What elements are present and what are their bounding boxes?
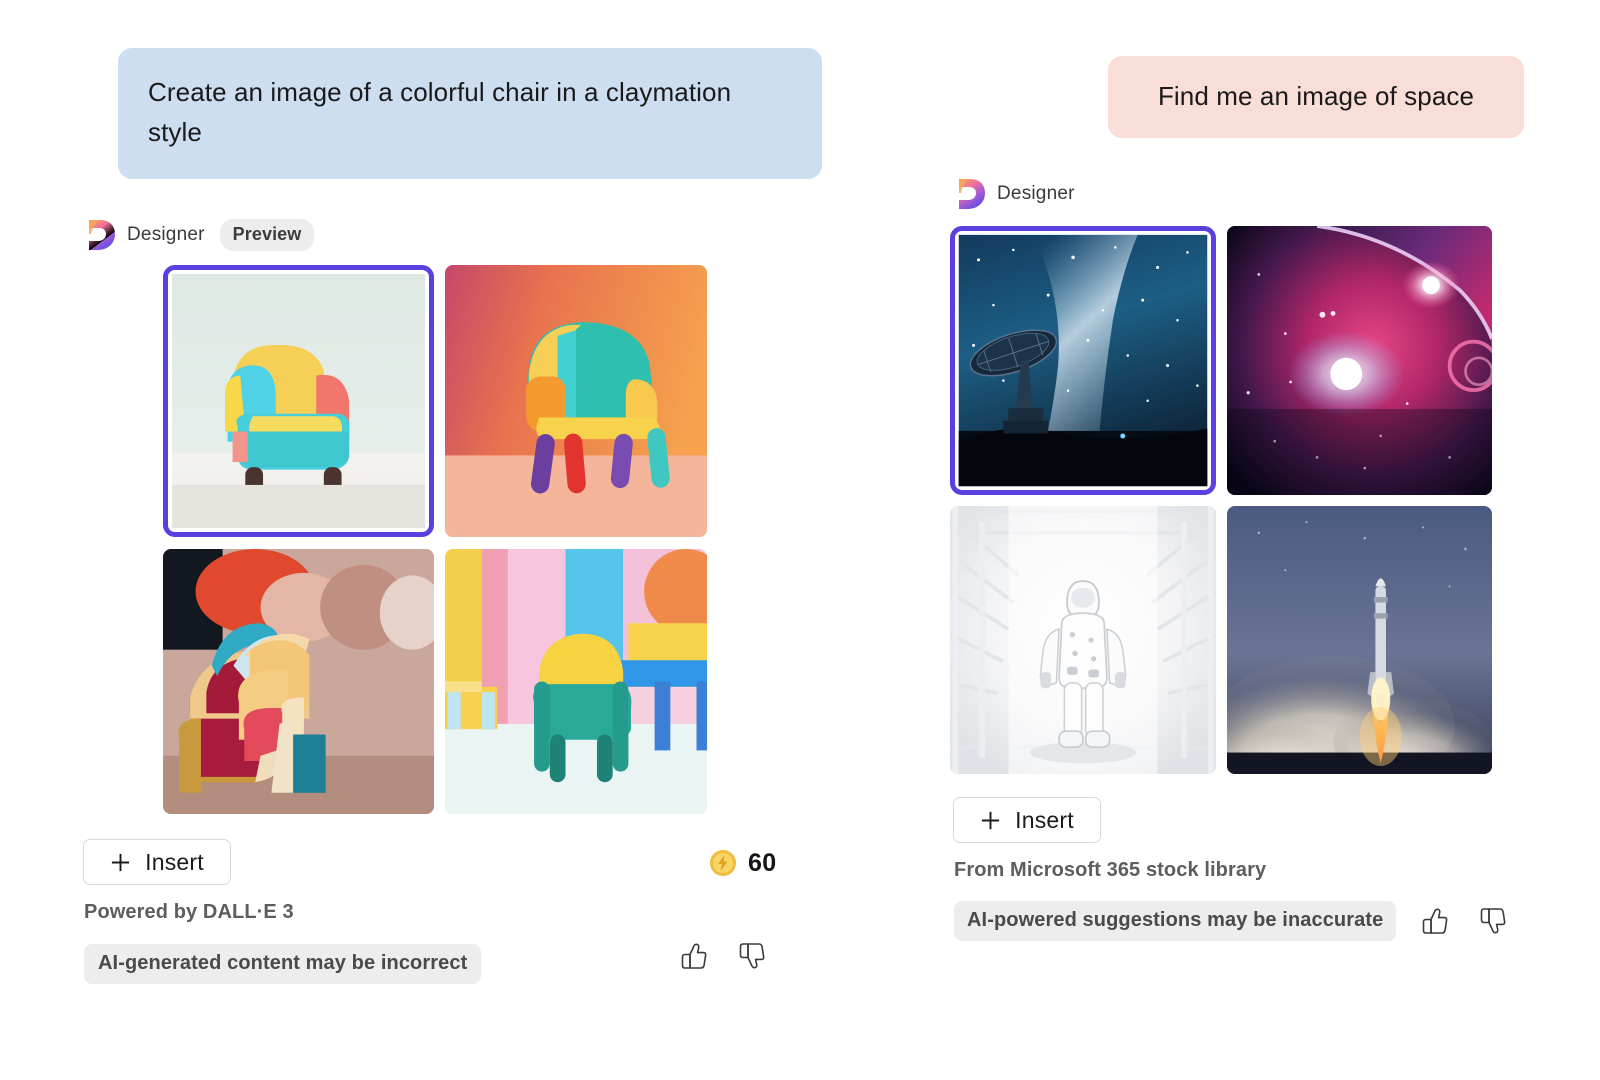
source-note-left: Powered by DALL·E 3 bbox=[84, 901, 294, 923]
claymation-chair-art-4 bbox=[445, 549, 707, 814]
rocket-launch-art bbox=[1227, 506, 1492, 774]
preview-badge: Preview bbox=[219, 219, 315, 251]
feedback-controls-left bbox=[679, 941, 767, 971]
user-prompt-bubble-right: Find me an image of space bbox=[1108, 56, 1524, 139]
provider-name-right: Designer bbox=[997, 183, 1075, 204]
designer-logo-icon bbox=[956, 178, 986, 210]
thumbs-up-button[interactable] bbox=[679, 941, 709, 971]
thumbs-up-button[interactable] bbox=[1420, 906, 1450, 936]
plus-icon bbox=[980, 810, 1001, 831]
stock-image-thumbnail[interactable] bbox=[950, 226, 1216, 495]
generated-image-thumbnail[interactable] bbox=[163, 549, 434, 814]
insert-label-right: Insert bbox=[1015, 806, 1074, 833]
claymation-chair-art-2 bbox=[445, 265, 707, 537]
generated-image-grid-left bbox=[163, 265, 707, 814]
provider-row-right: Designer bbox=[956, 178, 1075, 210]
insert-button-left[interactable]: Insert bbox=[83, 839, 231, 885]
insert-label-left: Insert bbox=[145, 848, 204, 875]
ai-disclaimer-right: AI-powered suggestions may be inaccurate bbox=[954, 901, 1397, 941]
stock-image-grid-right bbox=[950, 226, 1492, 774]
claymation-chair-art-1 bbox=[171, 273, 426, 529]
insert-button-right[interactable]: Insert bbox=[953, 797, 1101, 843]
astronaut-corridor-art bbox=[950, 506, 1216, 774]
designer-logo-icon bbox=[86, 219, 116, 251]
plus-icon bbox=[110, 852, 131, 873]
stock-image-thumbnail[interactable] bbox=[950, 506, 1216, 774]
credits-count: 60 bbox=[748, 848, 777, 877]
provider-row-left: Designer Preview bbox=[86, 219, 315, 251]
nebula-planet-art bbox=[1227, 226, 1492, 495]
stock-image-thumbnail[interactable] bbox=[1227, 226, 1492, 495]
source-note-right: From Microsoft 365 stock library bbox=[954, 859, 1267, 881]
claymation-chair-art-3 bbox=[163, 549, 434, 814]
thumbs-down-button[interactable] bbox=[737, 941, 767, 971]
radio-telescope-milkyway-art bbox=[958, 234, 1208, 487]
coin-icon bbox=[708, 848, 738, 878]
ai-disclaimer-left: AI-generated content may be incorrect bbox=[84, 944, 482, 984]
provider-name-left: Designer bbox=[127, 224, 205, 245]
generated-image-thumbnail[interactable] bbox=[163, 265, 434, 537]
generated-image-thumbnail[interactable] bbox=[445, 265, 707, 537]
generated-image-thumbnail[interactable] bbox=[445, 549, 707, 814]
feedback-controls-right bbox=[1420, 906, 1508, 936]
disclaimer-row-right: AI-powered suggestions may be inaccurate bbox=[954, 901, 1508, 941]
credits-indicator: 60 bbox=[708, 848, 776, 878]
user-prompt-bubble-left: Create an image of a colorful chair in a… bbox=[118, 48, 822, 179]
stock-image-thumbnail[interactable] bbox=[1227, 506, 1492, 774]
thumbs-down-button[interactable] bbox=[1478, 906, 1508, 936]
